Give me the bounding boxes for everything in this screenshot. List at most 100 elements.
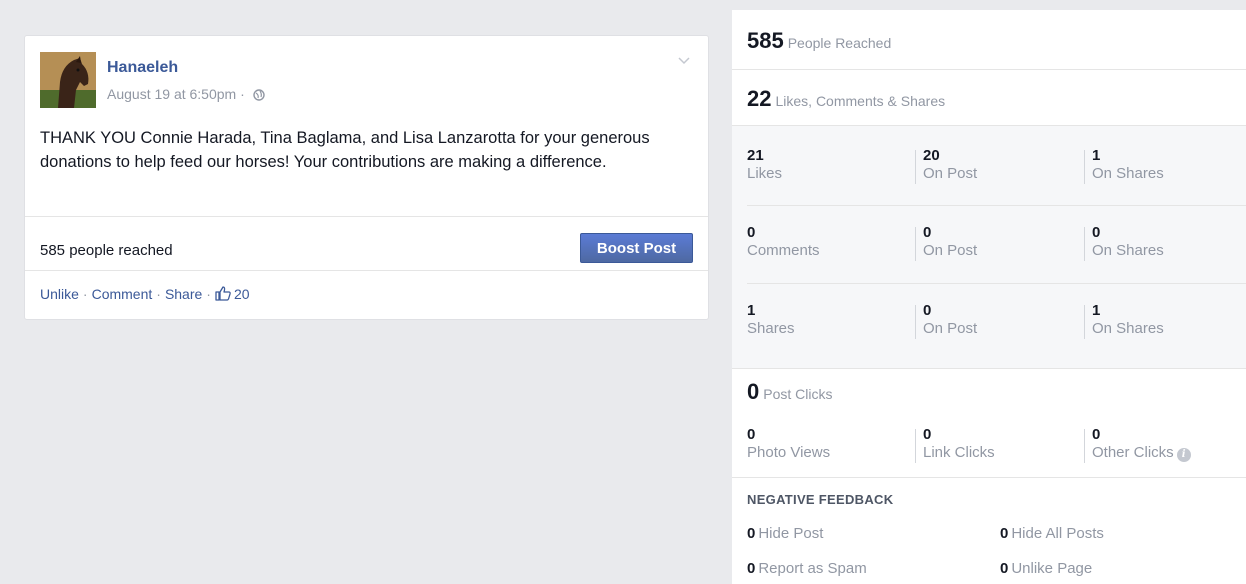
- people-reached-value: 585: [747, 28, 784, 53]
- other-clicks: 0 Other Clicks i: [1092, 426, 1191, 462]
- divider: [732, 477, 1246, 478]
- horse-avatar-image: [40, 52, 96, 108]
- link-clicks-value: 0: [923, 426, 932, 443]
- comments-total: 0 Comments: [747, 224, 820, 260]
- reach-row: 585 people reached Boost Post: [40, 232, 693, 268]
- comments-total-value: 0: [747, 224, 756, 241]
- people-reached-text[interactable]: 585 people reached: [40, 242, 173, 259]
- people-reached-label: People Reached: [787, 35, 892, 51]
- divider: [915, 227, 916, 261]
- divider: [732, 69, 1246, 70]
- divider: [732, 125, 1246, 126]
- engagement-label: Likes, Comments & Shares: [775, 93, 946, 109]
- divider: [25, 216, 708, 217]
- divider: [915, 429, 916, 463]
- separator: ·: [156, 286, 161, 302]
- divider: [732, 368, 1246, 369]
- divider: [915, 305, 916, 339]
- comments-on-post: 0 On Post: [923, 224, 977, 260]
- divider: [25, 270, 708, 271]
- other-clicks-value: 0: [1092, 426, 1101, 443]
- comments-on-shares: 0 On Shares: [1092, 224, 1164, 260]
- boost-post-button[interactable]: Boost Post: [580, 233, 693, 263]
- divider: [747, 205, 1246, 206]
- people-reached-stat: 585 People Reached: [747, 28, 891, 54]
- chevron-down-icon[interactable]: [677, 56, 691, 66]
- separator: ·: [82, 286, 88, 302]
- other-clicks-line: Other Clicks i: [1092, 444, 1191, 462]
- negative-feedback-title: NEGATIVE FEEDBACK: [747, 492, 894, 507]
- post-message: THANK YOU Connie Harada, Tina Baglama, a…: [40, 129, 650, 171]
- post-clicks-stat: 0 Post Clicks: [747, 379, 832, 405]
- shares-on-shares-value: 1: [1092, 302, 1101, 319]
- hide-post-label: Hide Post: [758, 525, 824, 542]
- divider: [1084, 305, 1085, 339]
- likes-on-post: 20 On Post: [923, 147, 977, 183]
- hide-all-posts-label: Hide All Posts: [1011, 525, 1104, 542]
- post-clicks-label: Post Clicks: [763, 386, 833, 402]
- likes-on-post-label: On Post: [923, 165, 978, 182]
- unlike-page-value: 0: [1000, 560, 1009, 577]
- post-actions: Unlike · Comment · Share · 20: [40, 286, 250, 302]
- unlike-link[interactable]: Unlike: [40, 286, 79, 302]
- hide-post-value: 0: [747, 525, 756, 542]
- post-timestamp[interactable]: August 19 at 6:50pm ·: [107, 86, 265, 102]
- share-link[interactable]: Share: [165, 286, 202, 302]
- globe-icon: [252, 89, 265, 101]
- hide-all-posts-stat: 0 Hide All Posts: [1000, 525, 1104, 542]
- like-count[interactable]: 20: [234, 286, 250, 302]
- report-spam-stat: 0 Report as Spam: [747, 560, 867, 577]
- hide-post-stat: 0 Hide Post: [747, 525, 823, 542]
- likes-total: 21 Likes: [747, 147, 782, 183]
- unlike-page-stat: 0 Unlike Page: [1000, 560, 1092, 577]
- comments-on-shares-label: On Shares: [1092, 242, 1164, 259]
- shares-on-post-value: 0: [923, 302, 932, 319]
- other-clicks-label: Other Clicks: [1092, 444, 1174, 461]
- photo-views-label: Photo Views: [747, 444, 831, 461]
- timestamp-text[interactable]: August 19 at 6:50pm ·: [107, 86, 249, 102]
- engagement-value: 22: [747, 86, 772, 111]
- shares-total-label: Shares: [747, 320, 795, 337]
- shares-on-shares: 1 On Shares: [1092, 302, 1164, 338]
- shares-on-post-label: On Post: [923, 320, 978, 337]
- likes-total-label: Likes: [747, 165, 783, 182]
- engagement-stat: 22 Likes, Comments & Shares: [747, 86, 945, 112]
- divider: [915, 150, 916, 184]
- link-clicks-label: Link Clicks: [923, 444, 995, 461]
- link-clicks: 0 Link Clicks: [923, 426, 995, 462]
- divider: [1084, 150, 1085, 184]
- post-card: Hanaeleh August 19 at 6:50pm · THANK YOU…: [24, 35, 709, 320]
- report-spam-label: Report as Spam: [758, 560, 867, 577]
- hide-all-posts-value: 0: [1000, 525, 1009, 542]
- info-icon[interactable]: i: [1176, 448, 1191, 462]
- report-spam-value: 0: [747, 560, 756, 577]
- insights-panel: 585 People Reached 22 Likes, Comments & Sh…: [732, 10, 1246, 584]
- unlike-page-label: Unlike Page: [1011, 560, 1093, 577]
- comment-link[interactable]: Comment: [92, 286, 153, 302]
- photo-views: 0 Photo Views: [747, 426, 830, 462]
- thumbs-up-icon: [215, 286, 231, 301]
- separator: ·: [206, 286, 211, 302]
- like-count-link[interactable]: 20: [215, 286, 250, 302]
- comments-on-post-label: On Post: [923, 242, 978, 259]
- divider: [1084, 429, 1085, 463]
- likes-on-post-value: 20: [923, 147, 940, 164]
- divider: [1084, 227, 1085, 261]
- post-header: Hanaeleh August 19 at 6:50pm ·: [40, 52, 693, 108]
- comments-on-post-value: 0: [923, 224, 932, 241]
- shares-total: 1 Shares: [747, 302, 795, 338]
- likes-total-value: 21: [747, 147, 764, 164]
- page: Hanaeleh August 19 at 6:50pm · THANK YOU…: [0, 0, 1246, 584]
- photo-views-value: 0: [747, 426, 756, 443]
- likes-on-shares-label: On Shares: [1092, 165, 1164, 182]
- author-name[interactable]: Hanaeleh: [107, 59, 178, 77]
- avatar[interactable]: [40, 52, 96, 108]
- likes-on-shares-value: 1: [1092, 147, 1101, 164]
- shares-total-value: 1: [747, 302, 756, 319]
- likes-on-shares: 1 On Shares: [1092, 147, 1164, 183]
- comments-on-shares-value: 0: [1092, 224, 1101, 241]
- comments-total-label: Comments: [747, 242, 820, 259]
- post-clicks-value: 0: [747, 379, 760, 404]
- shares-on-shares-label: On Shares: [1092, 320, 1164, 337]
- divider: [747, 283, 1246, 284]
